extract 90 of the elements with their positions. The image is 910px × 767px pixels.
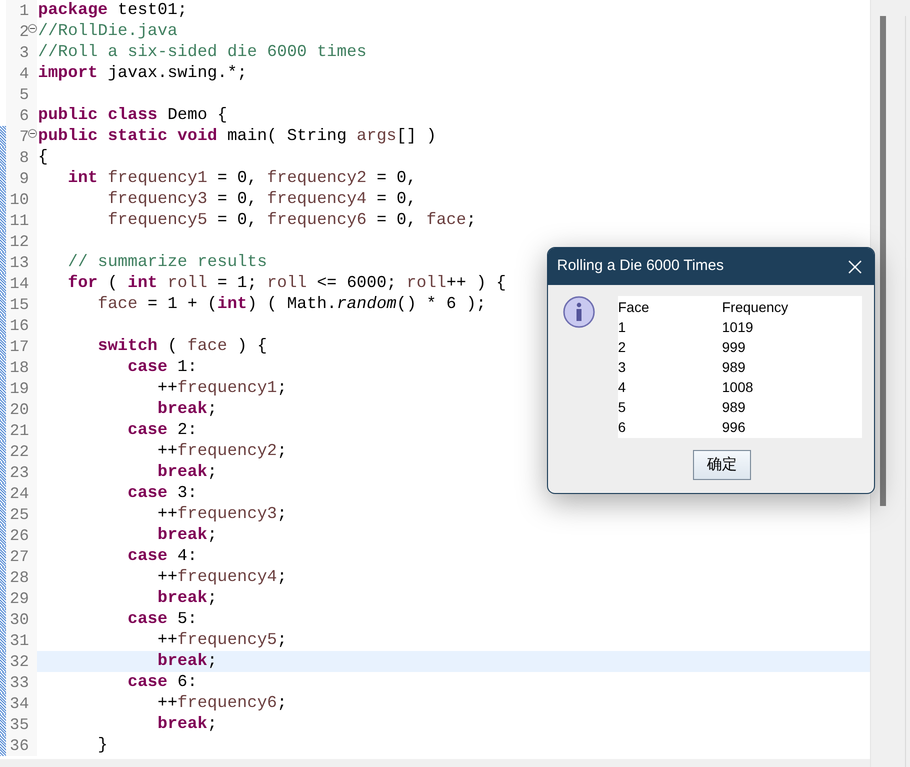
line-number: 36 <box>10 738 29 754</box>
table-cell-text: 3 <box>618 358 627 376</box>
code-line: face = 1 + (int) ( Math.random() * 6 ); <box>96 296 486 313</box>
line-number: 33 <box>10 674 29 690</box>
code-line: frequency5 = 0, frequency6 = 0, face; <box>106 212 476 229</box>
column-header: Face <box>618 298 650 316</box>
line-number: 12 <box>10 234 29 250</box>
code-line: ++frequency6; <box>156 695 287 712</box>
line-number: 23 <box>10 464 29 480</box>
code-line: import javax.swing.*; <box>38 65 248 82</box>
code-line: case 6: <box>126 674 198 691</box>
line-number: 1 <box>19 2 29 18</box>
column-header: Frequency <box>722 298 788 317</box>
line-number: 21 <box>10 422 29 438</box>
line-number: 15 <box>10 296 29 312</box>
table-cell-text: 1019 <box>722 318 754 336</box>
close-icon[interactable] <box>848 260 862 274</box>
code-line: ++frequency2; <box>156 443 287 460</box>
code-line: frequency3 = 0, frequency4 = 0, <box>106 191 416 208</box>
line-number: 24 <box>10 486 29 502</box>
line-number: 28 <box>10 570 29 586</box>
code-line: } <box>96 737 108 754</box>
code-line: //RollDie.java <box>38 23 178 40</box>
line-number: 18 <box>10 360 29 376</box>
code-line: package test01; <box>38 2 188 19</box>
line-number: 35 <box>10 716 29 732</box>
scrollbar-thumb[interactable] <box>880 16 886 506</box>
line-number: 26 <box>10 528 29 544</box>
line-number: 31 <box>10 632 29 648</box>
line-number: 14 <box>10 276 29 292</box>
line-number: 10 <box>10 192 29 208</box>
collapse-icon[interactable] <box>28 129 37 138</box>
code-line: ++frequency1; <box>156 380 287 397</box>
code-line: switch ( face ) { <box>96 338 268 355</box>
line-number: 27 <box>10 548 29 564</box>
table-cell-text: 2 <box>618 338 627 356</box>
code-line: case 2: <box>126 422 198 439</box>
line-number: 22 <box>10 444 29 460</box>
line-number: 5 <box>19 86 29 102</box>
code-line: case 1: <box>126 359 198 376</box>
code-line: break; <box>156 464 218 481</box>
code-line: ++frequency3; <box>156 506 287 523</box>
code-line: // summarize results <box>66 254 268 271</box>
line-number: 20 <box>10 402 29 418</box>
code-line: public static void main( String args[] ) <box>38 128 436 145</box>
line-number: 19 <box>10 380 29 396</box>
table-cell-text: 5 <box>618 398 627 416</box>
line-number: 16 <box>10 318 29 334</box>
code-line: int frequency1 = 0, frequency2 = 0, <box>66 170 416 187</box>
code-line: public class Demo { <box>38 107 228 124</box>
code-line: break; <box>156 590 218 607</box>
code-line: { <box>38 149 48 166</box>
table-cell-text: 1 <box>618 318 627 336</box>
code-line: case 5: <box>126 611 198 628</box>
code-line: for ( int roll = 1; roll <= 6000; roll++ ) { <box>66 275 506 292</box>
table-cell-text: 989 <box>722 358 746 376</box>
line-number: 3 <box>19 44 29 60</box>
code-line: break; <box>156 527 218 544</box>
line-number: 17 <box>10 338 29 354</box>
table-cell-text: 996 <box>722 418 746 436</box>
ok-button[interactable]: 确定 <box>693 450 751 480</box>
line-number: 4 <box>19 66 29 82</box>
code-line: //Roll a six-sided die 6000 times <box>38 44 367 61</box>
line-number: 7 <box>19 128 29 144</box>
line-number: 25 <box>10 506 29 522</box>
line-number: 32 <box>10 654 29 670</box>
code-line: case 3: <box>126 485 198 502</box>
code-line: ++frequency5; <box>156 632 287 649</box>
code-line: break; <box>156 401 218 418</box>
line-number: 8 <box>19 150 29 166</box>
line-number: 13 <box>10 254 29 270</box>
code-line: break; <box>156 653 218 670</box>
line-number: 9 <box>19 170 29 186</box>
table-cell-text: 1008 <box>722 378 754 396</box>
table-cell-text: 4 <box>618 378 627 396</box>
line-number: 2 <box>19 24 29 40</box>
table-cell-text: 999 <box>722 338 746 356</box>
line-number: 34 <box>10 696 29 712</box>
table-cell-text: 989 <box>722 398 746 416</box>
code-line: case 4: <box>126 548 198 565</box>
table-cell-text: 6 <box>618 418 627 436</box>
line-number: 29 <box>10 590 29 606</box>
line-number: 11 <box>10 212 29 228</box>
line-number: 30 <box>10 612 29 628</box>
line-number: 6 <box>19 108 29 124</box>
code-line: ++frequency4; <box>156 569 287 586</box>
collapse-icon[interactable] <box>28 24 37 33</box>
info-icon <box>563 296 596 329</box>
dialog-title: Rolling a Die 6000 Times <box>557 256 724 276</box>
code-line: break; <box>156 716 218 733</box>
